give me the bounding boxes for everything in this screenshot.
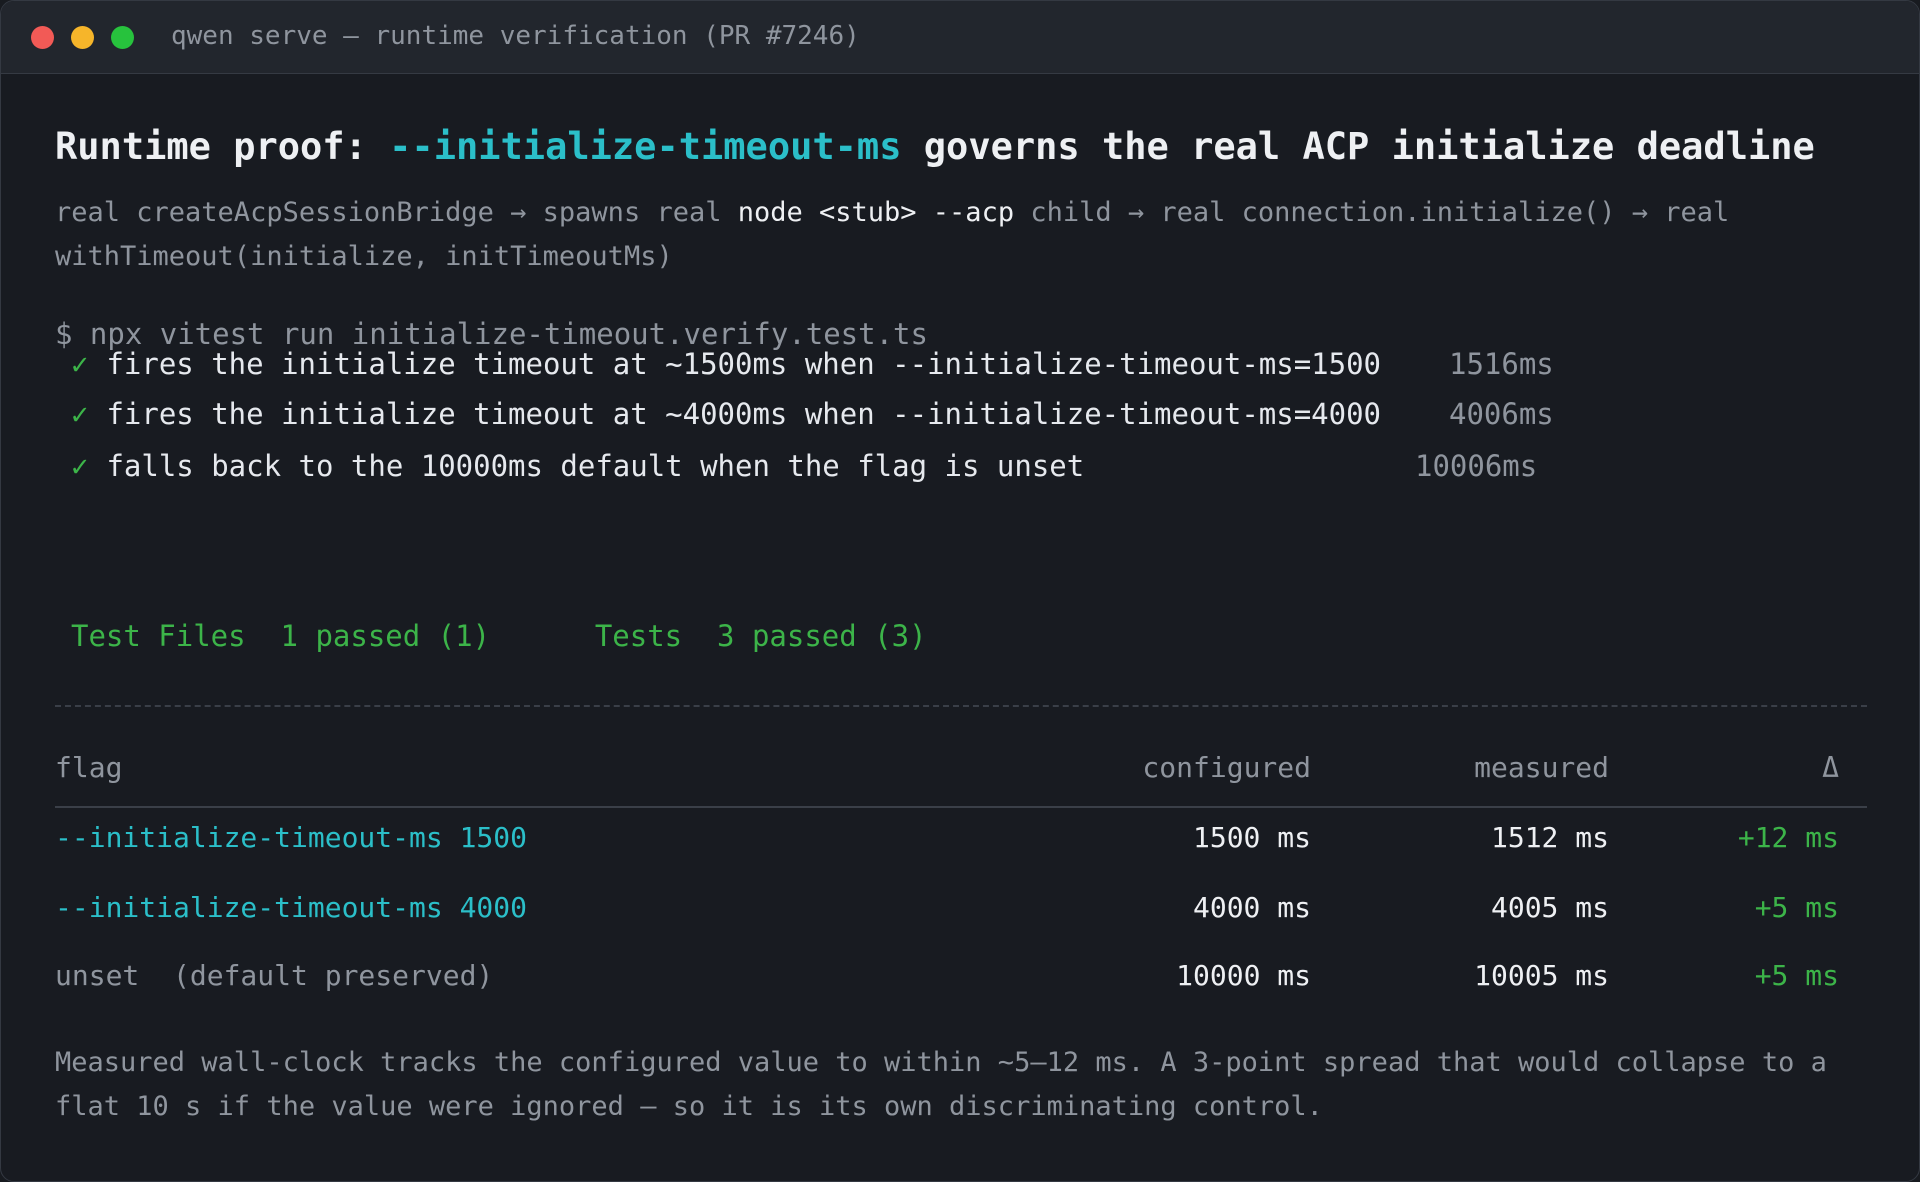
row-delta: +5 ms	[1754, 959, 1839, 992]
row-measured: 10005 ms	[1474, 959, 1609, 992]
row-configured: 4000 ms	[1192, 891, 1311, 924]
description-highlight: node <stub> --acp	[737, 197, 1015, 228]
call-chain-description: real createAcpSessionBridge → spawns rea…	[55, 191, 1855, 279]
test-name: fires the initialize timeout at ~4000ms …	[106, 397, 1382, 431]
row-measured: 4005 ms	[1490, 891, 1609, 924]
shell-command: $ npx vitest run initialize-timeout.veri…	[55, 317, 928, 351]
row-configured: 1500 ms	[1192, 821, 1311, 854]
page-title: Runtime proof: --initialize-timeout-ms g…	[55, 125, 1815, 168]
headline-prefix: Runtime proof:	[55, 125, 390, 168]
headline-flag: --initialize-timeout-ms	[389, 125, 902, 168]
title-bar: qwen serve — runtime verification (PR #7…	[1, 1, 1919, 74]
test-name: falls back to the 10000ms default when t…	[106, 449, 1085, 483]
row-flag: --initialize-timeout-ms 1500	[55, 821, 528, 854]
column-header-measured: measured	[1474, 751, 1609, 784]
table-row: unset (default preserved) 10000 ms 10005…	[55, 959, 1867, 1003]
summary-files-label: Test Files	[71, 619, 246, 653]
footnote: Measured wall-clock tracks the configure…	[55, 1047, 1827, 1122]
test-duration: 10006ms	[1415, 449, 1538, 483]
table-header-rule	[55, 806, 1867, 808]
row-delta: +12 ms	[1737, 821, 1839, 854]
test-duration: 4006ms	[1449, 397, 1554, 431]
dashed-divider	[55, 705, 1867, 707]
headline-suffix: governs the real ACP initialize deadline	[901, 125, 1815, 168]
check-icon: ✓	[71, 449, 89, 483]
test-name: fires the initialize timeout at ~1500ms …	[106, 347, 1382, 381]
column-header-delta: Δ	[1822, 751, 1839, 784]
summary-tests-value: 3 passed (3)	[717, 619, 927, 653]
description-part1: real createAcpSessionBridge → spawns rea…	[55, 197, 738, 228]
test-result-row: ✓ falls back to the 10000ms default when …	[71, 449, 1591, 489]
summary-files-value: 1 passed (1)	[280, 619, 491, 653]
row-delta: +5 ms	[1754, 891, 1839, 924]
maximize-window-button[interactable]	[111, 26, 134, 49]
row-flag: --initialize-timeout-ms 4000	[55, 891, 528, 924]
summary-tests-label: Tests	[594, 619, 683, 653]
test-summary: Test Files 1 passed (1) Tests 3 passed (…	[71, 619, 927, 653]
test-duration: 1516ms	[1449, 347, 1554, 381]
table-row: --initialize-timeout-ms 1500 1500 ms 151…	[55, 821, 1867, 865]
row-measured: 1512 ms	[1490, 821, 1609, 854]
check-icon: ✓	[71, 397, 89, 431]
column-header-configured: configured	[1142, 751, 1311, 784]
window-title: qwen serve — runtime verification (PR #7…	[171, 21, 860, 51]
check-icon: ✓	[71, 347, 89, 381]
minimize-window-button[interactable]	[71, 26, 94, 49]
test-result-row: ✓ fires the initialize timeout at ~1500ms…	[71, 347, 1591, 387]
row-flag: unset (default preserved)	[55, 959, 494, 992]
table-header: flag configured measured Δ	[55, 751, 1867, 795]
table-row: --initialize-timeout-ms 4000 4000 ms 400…	[55, 891, 1867, 935]
row-configured: 10000 ms	[1176, 959, 1311, 992]
terminal-window: qwen serve — runtime verification (PR #7…	[0, 0, 1920, 1182]
close-window-button[interactable]	[31, 26, 54, 49]
test-result-row: ✓ fires the initialize timeout at ~4000ms…	[71, 397, 1591, 437]
column-header-flag: flag	[55, 751, 123, 784]
